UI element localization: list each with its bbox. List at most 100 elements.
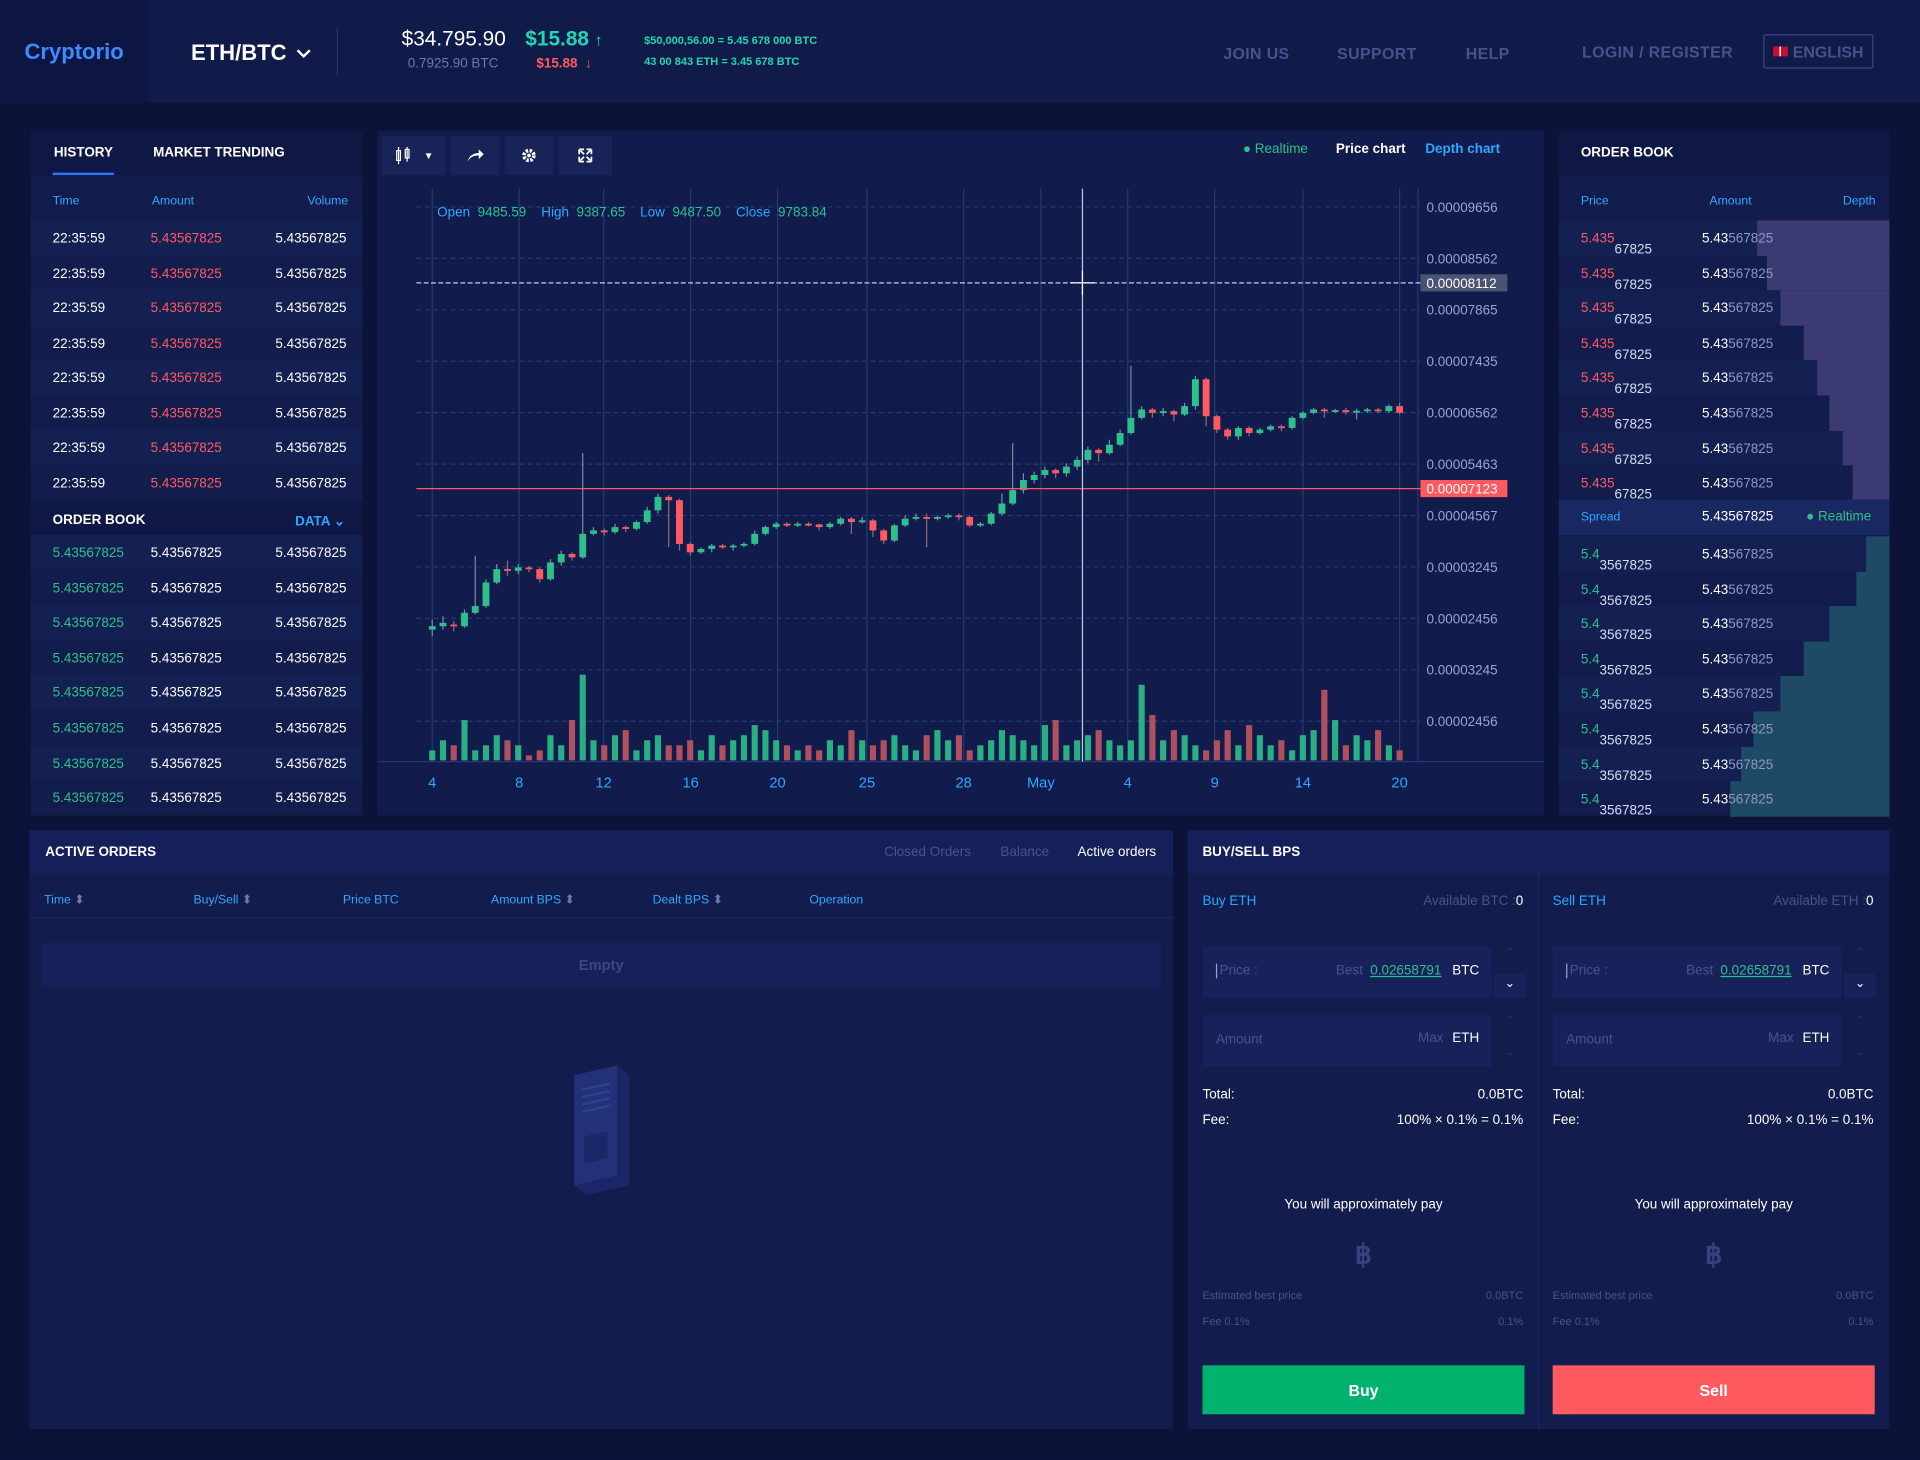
history-row[interactable]: 22:35:59 5.43567825 5.43567825 (31, 465, 363, 500)
order-row[interactable]: 5.43567825 5.43567825 5.43567825 (31, 640, 363, 675)
fullscreen-button[interactable] (558, 135, 613, 176)
tab-depth-chart[interactable]: Depth chart (1425, 142, 1500, 157)
bids-row[interactable]: 5.4 3567825 5.43567825 (1559, 641, 1890, 678)
asks-price: 5.435 67825 (1581, 442, 1652, 468)
buy-max-label[interactable]: Max (1418, 1031, 1443, 1046)
asks-row[interactable]: 5.435 67825 5.43567825 (1558, 430, 1890, 468)
bids-row[interactable]: 5.4 3567825 5.43567825 (1559, 711, 1890, 748)
col-amount[interactable]: Amount BPS ⬍ (491, 894, 575, 907)
bids-row[interactable]: 5.4 3567825 5.43567825 (1558, 676, 1890, 713)
candle-body (998, 503, 1006, 514)
sell-amount-field[interactable]: Amount Max ETH (1552, 1015, 1842, 1067)
column-volume[interactable]: Volume (307, 195, 348, 208)
tab-price-chart[interactable]: Price chart (1336, 142, 1406, 157)
asks-row[interactable]: 5.435 67825 5.43567825 (1558, 290, 1890, 327)
column-time[interactable]: Time (53, 195, 80, 208)
bids-price-major: 5.4 (1580, 547, 1600, 563)
tab-closed-orders[interactable]: Closed Orders (884, 845, 971, 860)
asks-row[interactable]: 5.435 67825 5.43567825 (1559, 325, 1890, 362)
login-register-link[interactable]: LOGIN / REGISTER (1582, 43, 1733, 61)
tab-balance[interactable]: Balance (1000, 845, 1049, 860)
logo-box[interactable]: Cryptorio (0, 0, 149, 103)
history-row[interactable]: 22:35:59 5.43567825 5.43567825 (31, 325, 363, 360)
settings-button[interactable] (504, 135, 554, 176)
bids-row[interactable]: 5.4 3567825 5.43567825 (1558, 536, 1890, 573)
order-row[interactable]: 5.43567825 5.43567825 5.43567825 (31, 780, 363, 815)
sell-button[interactable]: Sell (1552, 1365, 1875, 1415)
buy-button[interactable]: Buy (1202, 1365, 1525, 1415)
order-row[interactable]: 5.43567825 5.43567825 5.43567825 (30, 745, 363, 781)
history-row[interactable]: 22:35:59 5.43567825 5.43567825 (31, 255, 363, 290)
asks-row[interactable]: 5.435 67825 5.43567825 (1558, 220, 1890, 257)
sell-max-label[interactable]: Max (1768, 1031, 1793, 1046)
candle-body (525, 567, 533, 570)
chevron-up-icon[interactable]: ⌃ (1494, 947, 1526, 971)
realtime-label: Realtime (1254, 142, 1308, 157)
col-buy-sell[interactable]: Buy/Sell ⬍ (193, 894, 252, 907)
bids-row[interactable]: 5.4 3567825 5.43567825 (1559, 781, 1890, 818)
asks-price-major: 5.435 (1580, 476, 1615, 492)
chevron-down-icon[interactable]: ⌄ (1844, 1042, 1876, 1066)
share-button[interactable] (450, 135, 500, 176)
chevron-down-icon[interactable]: ⌄ (1494, 1042, 1526, 1066)
bids-row[interactable]: 5.4 3567825 5.43567825 (1559, 571, 1890, 608)
candle-body (1299, 412, 1307, 418)
candle-type-button[interactable]: ▼ (382, 135, 446, 176)
language-selector[interactable]: ENGLISH (1763, 34, 1874, 69)
data-dropdown[interactable]: DATA ⌄ (295, 513, 345, 529)
asks-amount-major: 5.43 (1702, 441, 1729, 457)
chevron-down-icon[interactable]: ⌄ (1844, 973, 1876, 998)
logo[interactable]: Cryptorio (24, 39, 123, 65)
bids-amount-major: 5.43 (1702, 617, 1729, 633)
volume-bar (622, 730, 629, 761)
order-row[interactable]: 5.43567825 5.43567825 5.43567825 (30, 605, 363, 641)
col-dealt[interactable]: Dealt BPS ⬍ (653, 894, 723, 907)
order-row[interactable]: 5.43567825 5.43567825 5.43567825 (30, 535, 363, 571)
asks-amount-minor: 567825 (1728, 301, 1774, 317)
price-chart-canvas[interactable]: 0.00009656 0.00008562 0.00007865 0.00007435… (377, 184, 1545, 802)
volume-bar (719, 745, 726, 761)
nav-help[interactable]: HELP (1466, 44, 1510, 62)
buy-price-field[interactable]: Price : Best 0.02658791 BTC (1202, 946, 1492, 998)
buy-fee-value: 100% × 0.1% = 0.1% (1396, 1113, 1524, 1128)
order-row[interactable]: 5.43567825 5.43567825 5.43567825 (31, 570, 363, 605)
chevron-up-icon[interactable]: ⌃ (1844, 947, 1876, 971)
candle-body (944, 515, 952, 518)
sell-price-placeholder: Price : (1566, 963, 1608, 979)
history-row[interactable]: 22:35:59 5.43567825 5.43567825 (31, 395, 363, 430)
buy-amount-field[interactable]: Amount Max ETH (1202, 1015, 1492, 1067)
order-row[interactable]: 5.43567825 5.43567825 5.43567825 (31, 710, 363, 745)
asks-row[interactable]: 5.435 67825 5.43567825 (1559, 465, 1890, 502)
order-row[interactable]: 5.43567825 5.43567825 5.43567825 (30, 675, 363, 711)
volume-bar (568, 720, 576, 761)
asks-row[interactable]: 5.435 67825 5.43567825 (1559, 255, 1890, 292)
buy-best-value[interactable]: 0.02658791 (1370, 964, 1441, 979)
history-row[interactable]: 22:35:59 5.43567825 5.43567825 (30, 429, 363, 465)
sell-best-value[interactable]: 0.02658791 (1720, 964, 1791, 979)
column-price[interactable]: Price (1581, 195, 1609, 208)
chevron-up-icon[interactable]: ⌃ (1844, 1015, 1876, 1039)
history-row[interactable]: 22:35:59 5.43567825 5.43567825 (30, 360, 363, 395)
bids-row[interactable]: 5.4 3567825 5.43567825 (1558, 746, 1890, 783)
sell-price-field[interactable]: Price : Best 0.02658791 BTC (1552, 946, 1842, 998)
chevron-up-icon[interactable]: ⌃ (1494, 1015, 1526, 1039)
col-price[interactable]: Price BTC (343, 894, 399, 907)
candle-body (450, 624, 458, 627)
tab-market-trending[interactable]: MARKET TRENDING (153, 146, 285, 161)
history-row[interactable]: 22:35:59 5.43567825 5.43567825 (30, 220, 363, 256)
column-amount[interactable]: Amount (152, 195, 194, 208)
asks-row[interactable]: 5.435 67825 5.43567825 (1559, 395, 1890, 432)
tab-history[interactable]: HISTORY (54, 146, 113, 161)
column-amount[interactable]: Amount (1709, 195, 1751, 208)
tab-active-orders[interactable]: Active orders (1078, 845, 1157, 860)
bids-row[interactable]: 5.4 3567825 5.43567825 (1558, 606, 1890, 643)
nav-join-us[interactable]: JOIN US (1223, 44, 1289, 62)
history-row[interactable]: 22:35:59 5.43567825 5.43567825 (30, 290, 363, 326)
column-depth[interactable]: Depth (1843, 195, 1876, 208)
volume-bar (794, 750, 801, 761)
chevron-down-icon[interactable]: ⌄ (1493, 973, 1526, 998)
nav-support[interactable]: SUPPORT (1337, 44, 1417, 62)
asks-row[interactable]: 5.435 67825 5.43567825 (1558, 360, 1890, 397)
col-time[interactable]: Time ⬍ (44, 894, 84, 907)
pair-selector[interactable]: ETH/BTC (191, 40, 311, 66)
